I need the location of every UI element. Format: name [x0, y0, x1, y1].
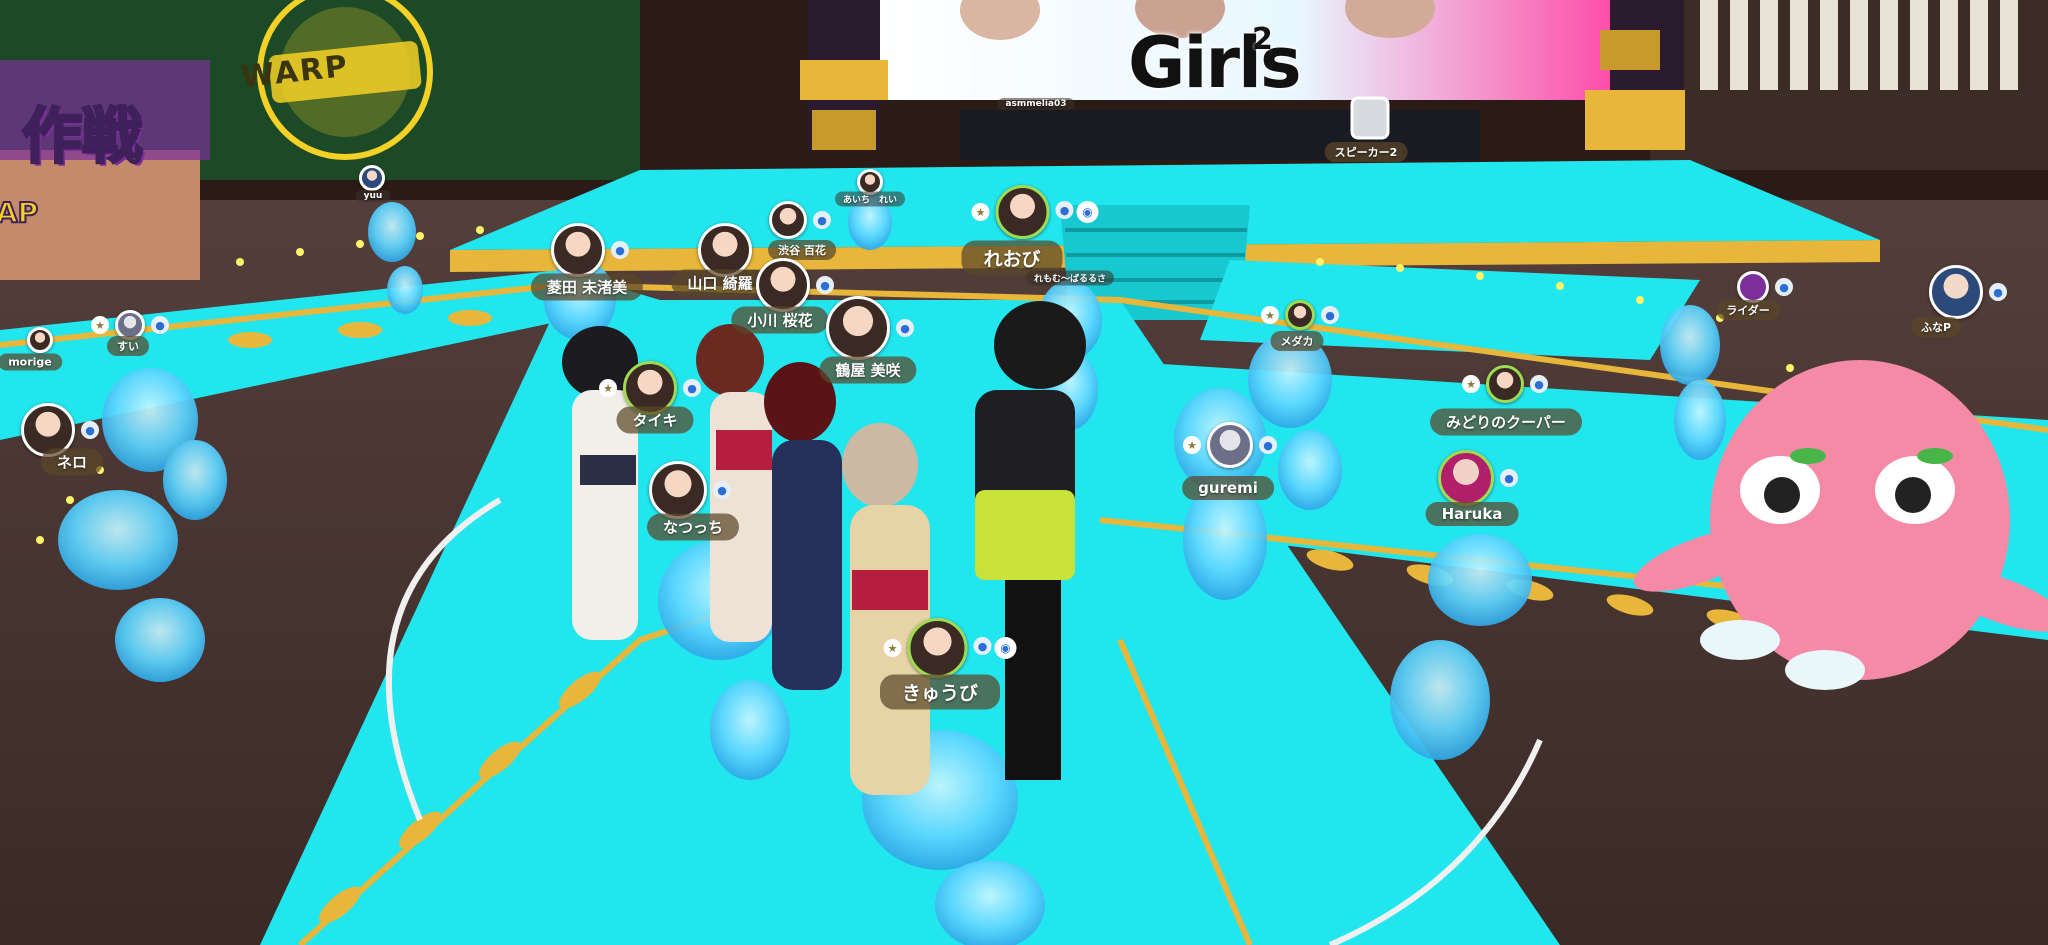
badge-icon: ★ [91, 316, 109, 334]
player-name-ogawa: 小川 桜花 [731, 306, 829, 334]
player-avatar-icon [907, 618, 968, 678]
mic-icon[interactable]: ● [816, 276, 834, 294]
player-name-morige: morige [0, 353, 62, 371]
mic-icon[interactable]: ● [1500, 469, 1518, 487]
camera-icon[interactable]: ◉ [1076, 201, 1099, 223]
player-avatar-icon [1438, 450, 1494, 506]
player-hishida-avatar-group[interactable]: ● [551, 223, 629, 277]
banner-superscript: 2 [1252, 22, 1273, 57]
mic-icon[interactable]: ● [1321, 306, 1339, 324]
mic-icon[interactable]: ● [973, 637, 992, 655]
player-name-raider: ライダー [1716, 300, 1780, 320]
badge-icon: ★ [971, 203, 990, 221]
player-avatar-icon [1285, 300, 1315, 330]
player-medaka-avatar-group[interactable]: ★ ● [1261, 300, 1339, 330]
badge-icon: ★ [1462, 375, 1480, 393]
player-name-sui: すい [107, 336, 149, 356]
player-name-shibuya: 渋谷 百花 [768, 240, 836, 260]
player-name-midori: みどりのクーパー [1430, 408, 1582, 436]
badge-icon: ★ [1261, 306, 1279, 324]
camera-icon[interactable]: ◉ [994, 637, 1017, 659]
player-raider-avatar-group[interactable]: ● [1737, 271, 1793, 303]
player-yuu-avatar-group[interactable] [359, 165, 385, 191]
player-name-aichi: あいち れい [834, 191, 906, 207]
left-sign-small-text: AP [0, 195, 39, 230]
mic-icon[interactable]: ● [151, 316, 169, 334]
mic-icon[interactable]: ● [1989, 283, 2007, 301]
mic-icon[interactable]: ● [611, 241, 629, 259]
player-name-natsucchi: なつっち [646, 513, 740, 541]
game-scene[interactable] [0, 0, 2048, 945]
mic-icon[interactable]: ● [1055, 201, 1074, 219]
mic-icon[interactable]: ● [1775, 278, 1793, 296]
player-name-guremi: guremi [1182, 476, 1274, 500]
player-morige-avatar-group[interactable] [27, 327, 53, 353]
player-avatar-icon [551, 223, 605, 277]
speaker-label: スピーカー2 [1324, 142, 1408, 162]
player-avatar-icon [1737, 271, 1769, 303]
player-guremi-avatar-group[interactable]: ★ ● [1183, 422, 1277, 468]
mic-icon[interactable]: ● [1259, 436, 1277, 454]
player-avatar-icon [1207, 422, 1253, 468]
gold-pillar-left [800, 0, 888, 150]
speaker-prop[interactable] [1350, 96, 1390, 140]
player-avatar-icon [1929, 265, 1983, 319]
mic-icon[interactable]: ● [81, 421, 99, 439]
left-sign-text: 作戦 [21, 101, 144, 174]
player-name-neko: ネロ [40, 448, 104, 476]
player-avatar-icon [995, 185, 1050, 239]
player-name-ritanbasa: れもむ〜ばるるさ [1025, 270, 1115, 286]
mic-icon[interactable]: ● [713, 481, 731, 499]
player-shibuya-avatar-group[interactable]: ● [769, 201, 831, 239]
player-reobi-avatar-group[interactable]: ★ ● ◉ [971, 185, 1099, 239]
player-kyuubi-avatar-group[interactable]: ★ ● ◉ [883, 618, 1017, 678]
player-natsucchi-avatar-group[interactable]: ● [649, 461, 731, 519]
player-tsuruya-avatar-group[interactable]: ● [826, 296, 914, 360]
player-name-yamaguchi: 山口 綺羅 [671, 269, 769, 297]
player-name-taiki: タイキ [616, 406, 694, 434]
player-midori-avatar-group[interactable]: ★ ● [1462, 365, 1548, 403]
player-name-funap: ふなP [1910, 317, 1962, 337]
mic-icon[interactable]: ● [813, 211, 831, 229]
player-avatar-icon [826, 296, 890, 360]
player-haruka-avatar-group[interactable]: ● [1438, 450, 1518, 506]
right-window-slats [1700, 0, 2018, 90]
player-name-haruka: Haruka [1425, 502, 1519, 526]
player-name-tsuruya: 鶴屋 美咲 [819, 356, 917, 384]
badge-icon: ★ [1183, 436, 1201, 454]
player-avatar-icon [769, 201, 807, 239]
banner-title: Girls [1128, 22, 1302, 104]
player-name-medaka: メダカ [1270, 331, 1324, 351]
mic-icon[interactable]: ● [683, 379, 701, 397]
player-avatar-icon [1486, 365, 1524, 403]
avatar-yukata-navy[interactable] [764, 362, 842, 690]
player-avatar-icon [359, 165, 385, 191]
badge-icon: ★ [883, 639, 902, 657]
player-name-yuu: yuu [355, 190, 391, 202]
player-name-kyuubi: きゅうび [879, 674, 1001, 710]
player-avatar-icon [27, 327, 53, 353]
player-avatar-icon [649, 461, 707, 519]
host-label: asmmelia03 [997, 98, 1075, 110]
player-funap-avatar-group[interactable]: ● [1929, 265, 2007, 319]
player-name-hishida: 菱田 未渚美 [530, 273, 644, 301]
badge-icon: ★ [599, 379, 617, 397]
player-avatar-icon [756, 258, 810, 312]
mic-icon[interactable]: ● [896, 319, 914, 337]
mic-icon[interactable]: ● [1530, 375, 1548, 393]
player-ogawa-avatar-group[interactable]: ● [756, 258, 834, 312]
